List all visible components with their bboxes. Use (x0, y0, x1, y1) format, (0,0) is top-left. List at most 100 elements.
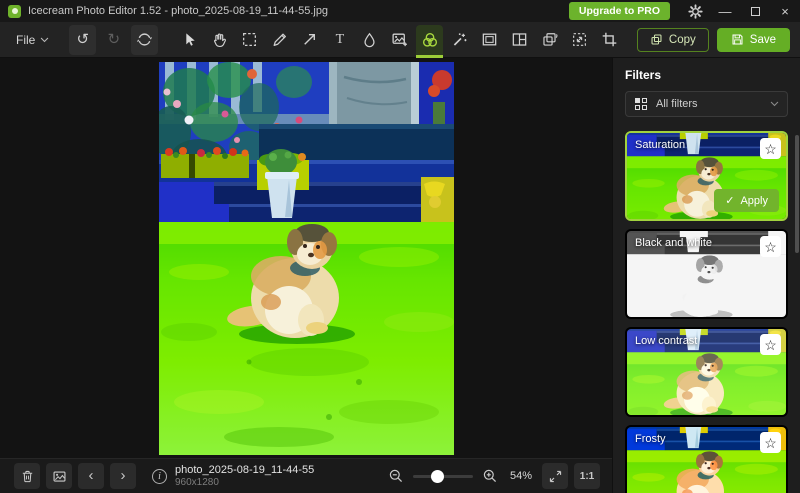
select-tool[interactable] (176, 25, 203, 55)
droplet-icon (361, 31, 378, 48)
resize-icon (571, 31, 588, 48)
chevron-down-icon (770, 101, 779, 107)
titlebar: Icecream Photo Editor 1.52 - photo_2025-… (0, 0, 800, 22)
upgrade-to-pro-button[interactable]: Upgrade to PRO (569, 2, 670, 20)
filters-tool[interactable] (416, 25, 443, 55)
photo-canvas[interactable] (159, 62, 454, 455)
app-window: Icecream Photo Editor 1.52 - photo_2025-… (0, 0, 800, 493)
favorite-star-button[interactable]: ☆ (760, 432, 781, 453)
hand-tool[interactable] (206, 25, 233, 55)
blur-tool[interactable] (356, 25, 383, 55)
check-icon: ✓ (725, 194, 734, 207)
filter-name: Low contrast (635, 335, 697, 347)
expand-icon (548, 469, 563, 484)
filter-card[interactable]: Black and white ☆ (625, 229, 788, 319)
gallery-button[interactable] (46, 463, 72, 489)
apply-filter-button[interactable]: ✓Apply (714, 189, 779, 212)
frame-tool[interactable] (476, 25, 503, 55)
previous-photo-button[interactable]: ‹ (78, 463, 104, 489)
text-icon: T (336, 32, 345, 48)
duplicate-tool[interactable] (536, 25, 563, 55)
app-logo-icon (8, 5, 21, 18)
zoom-in-icon (482, 468, 498, 484)
save-icon (731, 33, 744, 46)
minimize-button[interactable]: — (710, 0, 740, 22)
maximize-icon (751, 7, 760, 16)
hand-icon (211, 31, 228, 48)
favorite-star-button[interactable]: ☆ (760, 138, 781, 159)
chevron-right-icon: › (121, 467, 126, 486)
undo-icon: ↺ (77, 32, 90, 47)
crop-icon (601, 31, 618, 48)
chevron-down-icon (40, 37, 49, 43)
magic-wand-icon (451, 31, 468, 48)
resize-tool[interactable] (566, 25, 593, 55)
redo-icon: ↻ (108, 32, 121, 47)
favorite-star-button[interactable]: ☆ (760, 236, 781, 257)
arrow-icon (301, 31, 318, 48)
trash-icon (20, 469, 35, 484)
statusbar: ‹ › i photo_2025-08-19_11-44-55 960x1280 (0, 458, 612, 493)
filters-heading: Filters (625, 68, 788, 82)
insert-image-tool[interactable] (386, 25, 413, 55)
text-tool[interactable]: T (326, 25, 353, 55)
next-photo-button[interactable]: › (110, 463, 136, 489)
file-menu[interactable]: File (10, 29, 55, 51)
favorite-star-button[interactable]: ☆ (760, 334, 781, 355)
zoom-in-button[interactable] (482, 468, 498, 484)
copy-icon (650, 33, 663, 46)
file-menu-label: File (16, 33, 35, 47)
arrow-tool[interactable] (296, 25, 323, 55)
save-button-label: Save (750, 34, 776, 46)
info-icon[interactable]: i (152, 469, 167, 484)
filter-card[interactable]: Low contrast ☆ (625, 327, 788, 417)
delete-photo-button[interactable] (14, 463, 40, 489)
duplicate-icon (541, 31, 558, 48)
window-title: Icecream Photo Editor 1.52 - photo_2025-… (28, 5, 328, 17)
filter-name: Saturation (635, 139, 685, 151)
dropdown-value: All filters (656, 98, 698, 110)
undo-button[interactable]: ↺ (69, 25, 96, 55)
grid-icon (634, 97, 648, 111)
rotate-button[interactable] (131, 25, 158, 55)
filter-card[interactable]: Frosty ☆ (625, 425, 788, 493)
zoom-level: 54% (510, 470, 532, 482)
sidebar-scrollbar[interactable] (795, 135, 799, 253)
save-button[interactable]: Save (717, 28, 790, 52)
frame-icon (481, 31, 498, 48)
settings-gear-icon[interactable] (680, 0, 710, 22)
filter-card[interactable]: Saturation ☆ ✓Apply (625, 131, 788, 221)
marquee-select-tool[interactable] (236, 25, 263, 55)
zoom-slider-handle[interactable] (431, 470, 444, 483)
filter-list: Saturation ☆ ✓Apply (625, 131, 788, 493)
chevron-left-icon: ‹ (89, 467, 94, 486)
filters-panel: Filters All filters (612, 58, 800, 493)
fit-to-screen-button[interactable] (542, 463, 568, 489)
crop-tool[interactable] (596, 25, 623, 55)
image-dimensions: 960x1280 (175, 477, 314, 489)
current-filename: photo_2025-08-19_11-44-55 (175, 464, 314, 477)
pencil-tool[interactable] (266, 25, 293, 55)
actual-size-button[interactable]: 1:1 (574, 463, 600, 489)
close-button[interactable]: × (770, 0, 800, 22)
toolbar: File ↺ ↻ T (0, 22, 800, 58)
zoom-out-button[interactable] (388, 468, 404, 484)
cursor-icon (181, 31, 198, 48)
filters-icon (421, 31, 439, 49)
filter-name: Frosty (635, 433, 666, 445)
copy-button-label: Copy (669, 34, 696, 46)
zoom-out-icon (388, 468, 404, 484)
filter-name: Black and white (635, 237, 712, 249)
redo-button[interactable]: ↻ (100, 25, 127, 55)
all-filters-dropdown[interactable]: All filters (625, 91, 788, 117)
rotate-icon (136, 31, 153, 48)
copy-button[interactable]: Copy (637, 28, 709, 52)
canvas-area (0, 58, 612, 458)
collage-icon (511, 31, 528, 48)
collage-tool[interactable] (506, 25, 533, 55)
maximize-button[interactable] (740, 0, 770, 22)
zoom-slider[interactable] (413, 475, 473, 478)
magic-wand-tool[interactable] (446, 25, 473, 55)
gallery-icon (52, 469, 67, 484)
marquee-icon (241, 31, 258, 48)
